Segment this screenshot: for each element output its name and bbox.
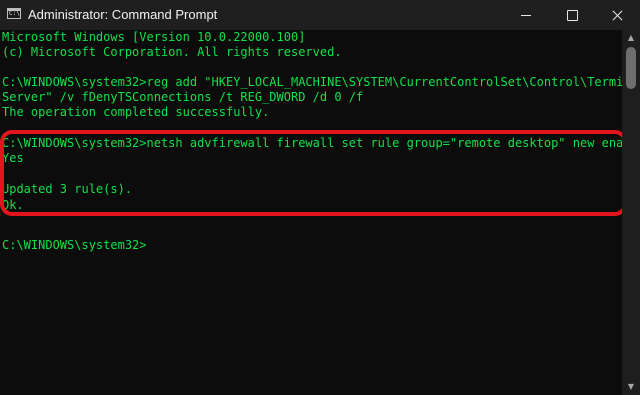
console-line: The operation completed successfully.: [2, 105, 270, 119]
scroll-thumb[interactable]: [626, 47, 636, 89]
console-line: C:\WINDOWS\system32>netsh advfirewall fi…: [2, 136, 622, 150]
window-title: Administrator: Command Prompt: [28, 7, 218, 22]
console-line: Server" /v fDenyTSConnections /t REG_DWO…: [2, 90, 364, 104]
vertical-scrollbar[interactable]: ▲ ▼: [622, 30, 640, 395]
command-prompt-line[interactable]: C:\WINDOWS\system32>: [2, 238, 147, 253]
console-line: Yes: [2, 151, 24, 165]
console-line: C:\WINDOWS\system32>reg add "HKEY_LOCAL_…: [2, 75, 622, 89]
scroll-down-arrow-icon[interactable]: ▼: [622, 379, 640, 395]
maximize-button[interactable]: [549, 0, 595, 30]
title-bar[interactable]: C:\ Administrator: Command Prompt: [0, 0, 640, 30]
close-button[interactable]: [594, 0, 640, 30]
console-output[interactable]: Microsoft Windows [Version 10.0.22000.10…: [0, 30, 622, 395]
command-prompt-icon: C:\: [7, 8, 21, 19]
console-line: Updated 3 rule(s).: [2, 182, 133, 196]
console-line: Ok.: [2, 198, 24, 212]
console-line: Microsoft Windows [Version 10.0.22000.10…: [2, 30, 306, 44]
minimize-button[interactable]: [503, 0, 549, 30]
console-line: (c) Microsoft Corporation. All rights re…: [2, 45, 342, 59]
scroll-up-arrow-icon[interactable]: ▲: [622, 30, 640, 46]
command-prompt-window: C:\ Administrator: Command Prompt Micros…: [0, 0, 640, 395]
